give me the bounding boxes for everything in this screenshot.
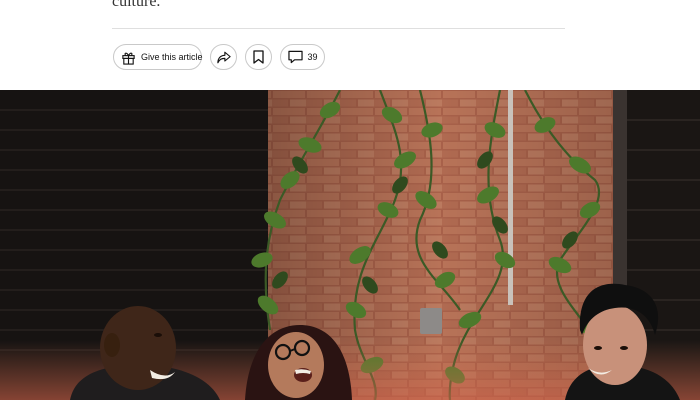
give-article-label: Give this article <box>141 52 203 62</box>
article-lede-tail: culture. <box>112 0 161 10</box>
article-toolbar: Give this article 39 <box>113 44 325 70</box>
share-button[interactable] <box>210 44 237 70</box>
bookmark-icon <box>253 50 264 64</box>
give-article-button[interactable]: Give this article <box>113 44 203 70</box>
share-arrow-icon <box>216 51 231 64</box>
comments-count: 39 <box>307 52 318 62</box>
divider <box>112 28 565 29</box>
comment-bubble-icon <box>287 50 303 64</box>
article-header-area: culture. Give this article 39 <box>0 0 700 90</box>
save-button[interactable] <box>245 44 272 70</box>
comments-button[interactable]: 39 <box>280 44 325 70</box>
hero-photo <box>0 90 700 400</box>
gift-icon <box>121 50 136 65</box>
